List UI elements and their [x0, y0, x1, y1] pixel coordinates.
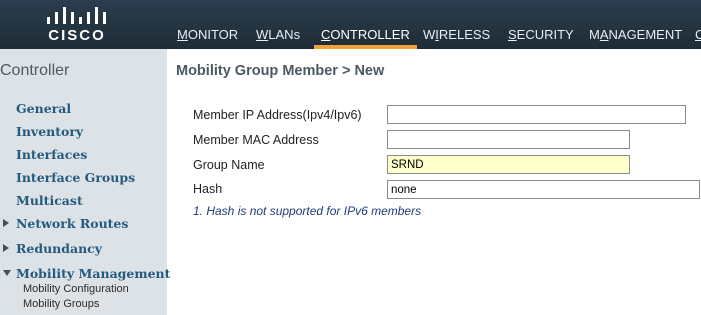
- nav-wlans-label: LANs: [268, 27, 301, 42]
- hash-note: 1. Hash is not supported for IPv6 member…: [193, 204, 422, 218]
- sidebar-item-network-routes[interactable]: Network Routes: [16, 216, 128, 231]
- nav-wireless-label: RELESS: [438, 27, 491, 42]
- expand-redundancy-icon[interactable]: [3, 244, 9, 252]
- nav-security-accesskey: S: [508, 27, 517, 42]
- nav-controller-label: ONTROLLER: [330, 27, 410, 42]
- cisco-bars-icon: [47, 7, 106, 24]
- nav-security[interactable]: SECURITY: [508, 27, 574, 49]
- nav-management-prefix: M: [589, 27, 600, 42]
- nav-controller-accesskey: C: [321, 27, 331, 42]
- left-sidebar: Controller General Inventory Interfaces …: [0, 49, 170, 315]
- member-ip-label: Member IP Address(Ipv4/Ipv6): [193, 108, 362, 122]
- nav-monitor-label: ONITOR: [187, 27, 239, 42]
- nav-management-label: NAGEMENT: [608, 27, 683, 42]
- sidebar-item-mobility-management[interactable]: Mobility Management: [16, 266, 170, 281]
- group-name-input[interactable]: [387, 155, 630, 174]
- cisco-logo: CISCO: [42, 4, 112, 46]
- member-mac-input[interactable]: [387, 130, 630, 149]
- expand-network-routes-icon[interactable]: [3, 219, 9, 227]
- nav-commands[interactable]: C: [695, 27, 701, 49]
- sidebar-item-interfaces[interactable]: Interfaces: [16, 147, 87, 162]
- nav-controller[interactable]: CONTROLLER: [314, 27, 417, 49]
- sidebar-item-interface-groups[interactable]: Interface Groups: [16, 170, 135, 185]
- logo-text: CISCO: [48, 27, 106, 44]
- sidebar-item-redundancy[interactable]: Redundancy: [16, 241, 102, 256]
- sidebar-item-inventory[interactable]: Inventory: [16, 124, 83, 139]
- nav-wlans[interactable]: WLANs: [256, 27, 300, 49]
- sidebar-title: Controller: [0, 62, 70, 79]
- sidebar-item-general[interactable]: General: [16, 101, 71, 116]
- member-ip-input[interactable]: [387, 105, 686, 124]
- sidebar-item-multicast[interactable]: Multicast: [16, 193, 83, 208]
- page-title: Mobility Group Member > New: [176, 63, 385, 79]
- nav-management-accesskey: A: [599, 27, 609, 42]
- nav-wireless[interactable]: WIRELESS: [423, 27, 490, 49]
- nav-wireless-prefix: W: [423, 27, 436, 42]
- collapse-mobility-management-icon[interactable]: [3, 270, 11, 276]
- sidebar-subitem-mobility-configuration[interactable]: Mobility Configuration: [23, 283, 129, 295]
- hash-label: Hash: [193, 182, 223, 196]
- nav-commands-accesskey: C: [695, 27, 701, 42]
- top-header: CISCO MONITOR WLANs CONTROLLER WIRELESS …: [0, 0, 701, 49]
- sidebar-subitem-mobility-groups[interactable]: Mobility Groups: [23, 298, 99, 310]
- nav-monitor[interactable]: MONITOR: [177, 27, 238, 49]
- nav-security-label: ECURITY: [516, 27, 574, 42]
- group-name-label: Group Name: [193, 158, 265, 172]
- hash-input[interactable]: [387, 180, 700, 199]
- member-mac-label: Member MAC Address: [193, 133, 319, 147]
- nav-monitor-accesskey: M: [177, 27, 188, 42]
- nav-wlans-accesskey: W: [256, 27, 269, 42]
- nav-management[interactable]: MANAGEMENT: [589, 27, 682, 49]
